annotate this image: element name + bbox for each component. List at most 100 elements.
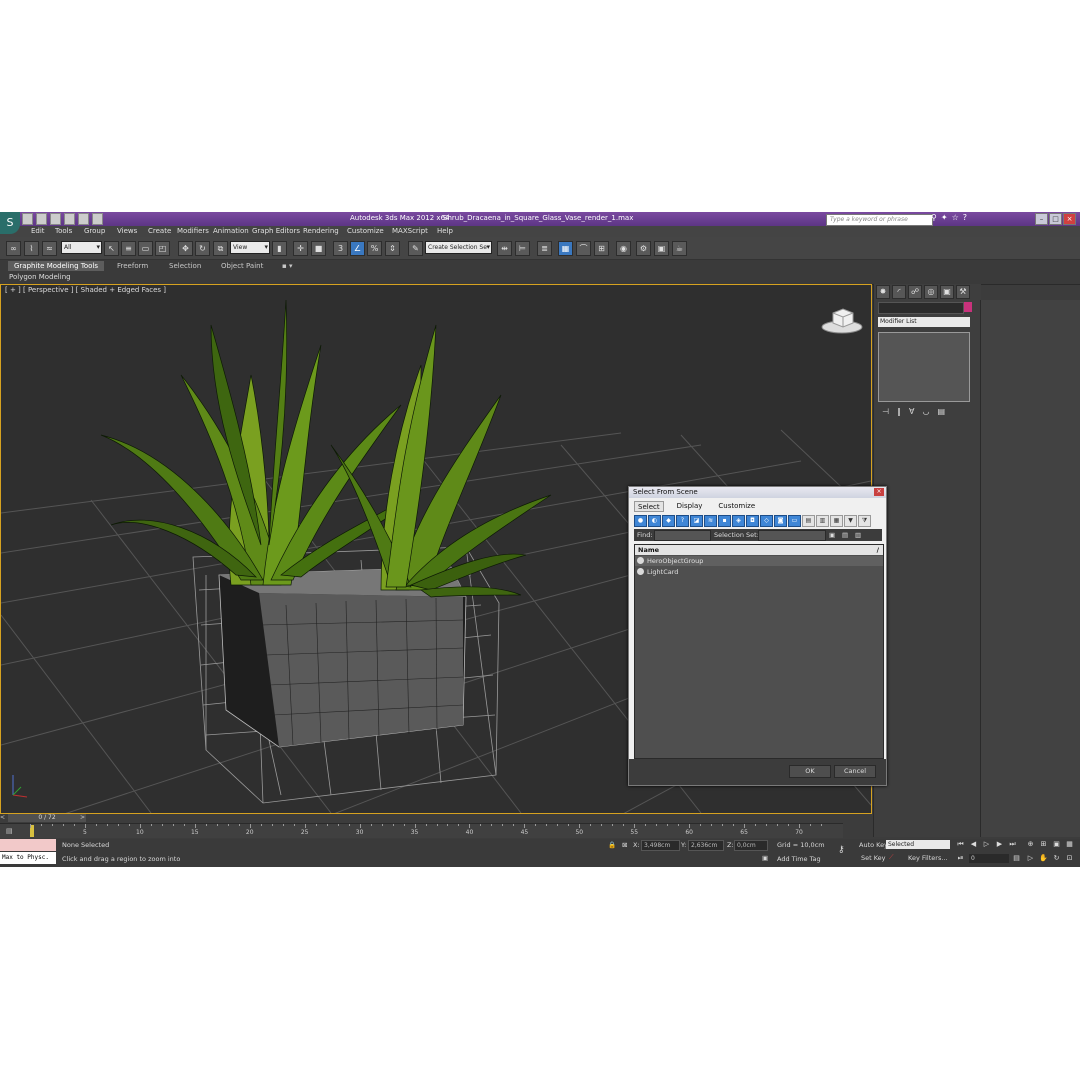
- make-unique-icon[interactable]: ∀: [909, 407, 914, 416]
- time-slider-thumb[interactable]: 0 / 72: [8, 814, 86, 822]
- column-header-name[interactable]: Name /: [635, 545, 883, 555]
- dialog-menu-select[interactable]: Select: [634, 501, 664, 512]
- field-of-view-icon[interactable]: ▷: [1026, 854, 1035, 863]
- find-input[interactable]: [654, 530, 711, 541]
- dialog-menu-customize[interactable]: Customize: [715, 501, 758, 512]
- display-containers-icon[interactable]: ◇: [760, 515, 773, 527]
- time-config-icon[interactable]: ▤: [1012, 854, 1021, 863]
- display-invert-icon[interactable]: ▦: [830, 515, 843, 527]
- filter-options-icon[interactable]: ⧩: [858, 515, 871, 527]
- scene-object-list[interactable]: Name / HeroObjectGroup LightCard: [634, 544, 884, 759]
- save-file-icon[interactable]: [50, 213, 61, 225]
- select-by-name-icon[interactable]: ≡: [121, 241, 136, 256]
- rect-selection-icon[interactable]: ▭: [138, 241, 153, 256]
- list-item[interactable]: LightCard: [635, 567, 883, 577]
- tab-graphite-modeling-tools[interactable]: Graphite Modeling Tools: [8, 261, 105, 271]
- lock-icon[interactable]: 🔒: [608, 841, 616, 849]
- scale-icon[interactable]: ⧉: [213, 241, 228, 256]
- play-icon[interactable]: ▷: [982, 840, 991, 849]
- key-mode-toggle-icon[interactable]: ⏯: [956, 854, 965, 863]
- minimize-icon[interactable]: –: [1035, 213, 1048, 225]
- zoom-extents-all-icon[interactable]: ▦: [1065, 840, 1074, 849]
- bind-space-warp-icon[interactable]: ≈: [42, 241, 57, 256]
- render-setup-icon[interactable]: ⚙: [636, 241, 651, 256]
- rotate-icon[interactable]: ↻: [195, 241, 210, 256]
- remove-modifier-icon[interactable]: ◡: [922, 407, 929, 416]
- set-key-icon[interactable]: ⚷: [838, 845, 845, 855]
- move-icon[interactable]: ✥: [178, 241, 193, 256]
- y-coordinate-field[interactable]: 2,636cm: [688, 840, 724, 851]
- curve-editor-icon[interactable]: ⌒: [576, 241, 591, 256]
- align-icon[interactable]: ⊨: [515, 241, 530, 256]
- menu-customize[interactable]: Customize: [347, 227, 384, 235]
- menu-create[interactable]: Create: [148, 227, 171, 235]
- add-time-tag-button[interactable]: Add Time Tag: [777, 855, 821, 863]
- display-frozen-icon[interactable]: ◙: [774, 515, 787, 527]
- menu-rendering[interactable]: Rendering: [303, 227, 339, 235]
- selection-set-dropdown[interactable]: [758, 530, 826, 541]
- snaps-toggle-icon[interactable]: 3: [333, 241, 348, 256]
- object-color-swatch[interactable]: [964, 302, 972, 312]
- graphite-toggle-icon[interactable]: ▦: [558, 241, 573, 256]
- keyboard-shortcut-icon[interactable]: ■: [311, 241, 326, 256]
- open-file-icon[interactable]: [36, 213, 47, 225]
- display-geometry-icon[interactable]: ●: [634, 515, 647, 527]
- key-mode-dropdown[interactable]: Selected: [886, 840, 950, 849]
- display-groups-icon[interactable]: ▪: [718, 515, 731, 527]
- maximize-viewport-icon[interactable]: ⊡: [1065, 854, 1074, 863]
- modifier-stack[interactable]: [878, 332, 970, 402]
- ribbon-options-icon[interactable]: ▪ ▾: [282, 261, 292, 271]
- pivot-center-icon[interactable]: ▮: [272, 241, 287, 256]
- next-frame-icon[interactable]: >: [80, 814, 85, 821]
- schematic-view-icon[interactable]: ⊞: [594, 241, 609, 256]
- time-slider[interactable]: < 0 / 72 >: [0, 814, 872, 823]
- maximize-icon[interactable]: □: [1049, 213, 1062, 225]
- help-icon[interactable]: ?: [963, 213, 967, 222]
- pan-icon[interactable]: ✋: [1039, 854, 1048, 863]
- select-children-icon[interactable]: ▤: [842, 531, 848, 539]
- configure-sets-icon[interactable]: ▤: [937, 407, 945, 416]
- display-helpers-icon[interactable]: ◪: [690, 515, 703, 527]
- pin-stack-icon[interactable]: ⊣: [882, 407, 889, 416]
- search-input[interactable]: Type a keyword or phrase: [826, 214, 933, 226]
- dialog-close-icon[interactable]: ×: [874, 488, 884, 496]
- close-icon[interactable]: ×: [1063, 213, 1076, 225]
- display-all-icon[interactable]: ▤: [802, 515, 815, 527]
- render-teapot-icon[interactable]: ☕: [672, 241, 687, 256]
- app-logo-icon[interactable]: S: [0, 212, 20, 234]
- display-none-icon[interactable]: ▥: [816, 515, 829, 527]
- menu-animation[interactable]: Animation: [213, 227, 249, 235]
- menu-edit[interactable]: Edit: [31, 227, 45, 235]
- show-end-result-icon[interactable]: ‖: [897, 407, 901, 416]
- edit-named-selection-icon[interactable]: ✎: [408, 241, 423, 256]
- reference-coordinate-dropdown[interactable]: View: [230, 241, 270, 254]
- modifier-list-dropdown[interactable]: Modifier List: [878, 317, 970, 327]
- menu-help[interactable]: Help: [437, 227, 453, 235]
- absolute-mode-icon[interactable]: ⊠: [622, 841, 627, 849]
- mirror-icon[interactable]: ⇹: [497, 241, 512, 256]
- x-coordinate-field[interactable]: 3,498cm: [641, 840, 680, 851]
- star-icon[interactable]: ☆: [952, 213, 959, 222]
- tab-object-paint[interactable]: Object Paint: [221, 261, 263, 271]
- maxscript-listener-line1[interactable]: [0, 839, 56, 851]
- cancel-button[interactable]: Cancel: [834, 765, 876, 778]
- list-item[interactable]: HeroObjectGroup: [635, 556, 883, 566]
- zoom-all-icon[interactable]: ⊞: [1039, 840, 1048, 849]
- binoculars-icon[interactable]: ⚲: [931, 213, 937, 222]
- motion-tab-icon[interactable]: ◎: [924, 285, 938, 299]
- timeline-ruler[interactable]: 5 10 15 20 25 30 35 40 45 50 55 60 65 70: [30, 824, 843, 838]
- next-frame-icon[interactable]: ▶: [995, 840, 1004, 849]
- object-name-field[interactable]: [878, 302, 964, 314]
- mini-curve-editor-icon[interactable]: ▤: [6, 827, 13, 835]
- go-to-end-icon[interactable]: ⏭: [1008, 840, 1017, 849]
- hierarchy-tab-icon[interactable]: ☍: [908, 285, 922, 299]
- display-shapes-icon[interactable]: ◐: [648, 515, 661, 527]
- select-sets-icon[interactable]: ▣: [829, 531, 835, 539]
- create-tab-icon[interactable]: ✸: [876, 285, 890, 299]
- prev-frame-icon[interactable]: <: [0, 814, 5, 821]
- zoom-extents-icon[interactable]: ▣: [1052, 840, 1061, 849]
- menu-graph-editors[interactable]: Graph Editors: [252, 227, 300, 235]
- menu-group[interactable]: Group: [84, 227, 105, 235]
- angle-snap-icon[interactable]: ∠: [350, 241, 365, 256]
- tab-selection[interactable]: Selection: [169, 261, 201, 271]
